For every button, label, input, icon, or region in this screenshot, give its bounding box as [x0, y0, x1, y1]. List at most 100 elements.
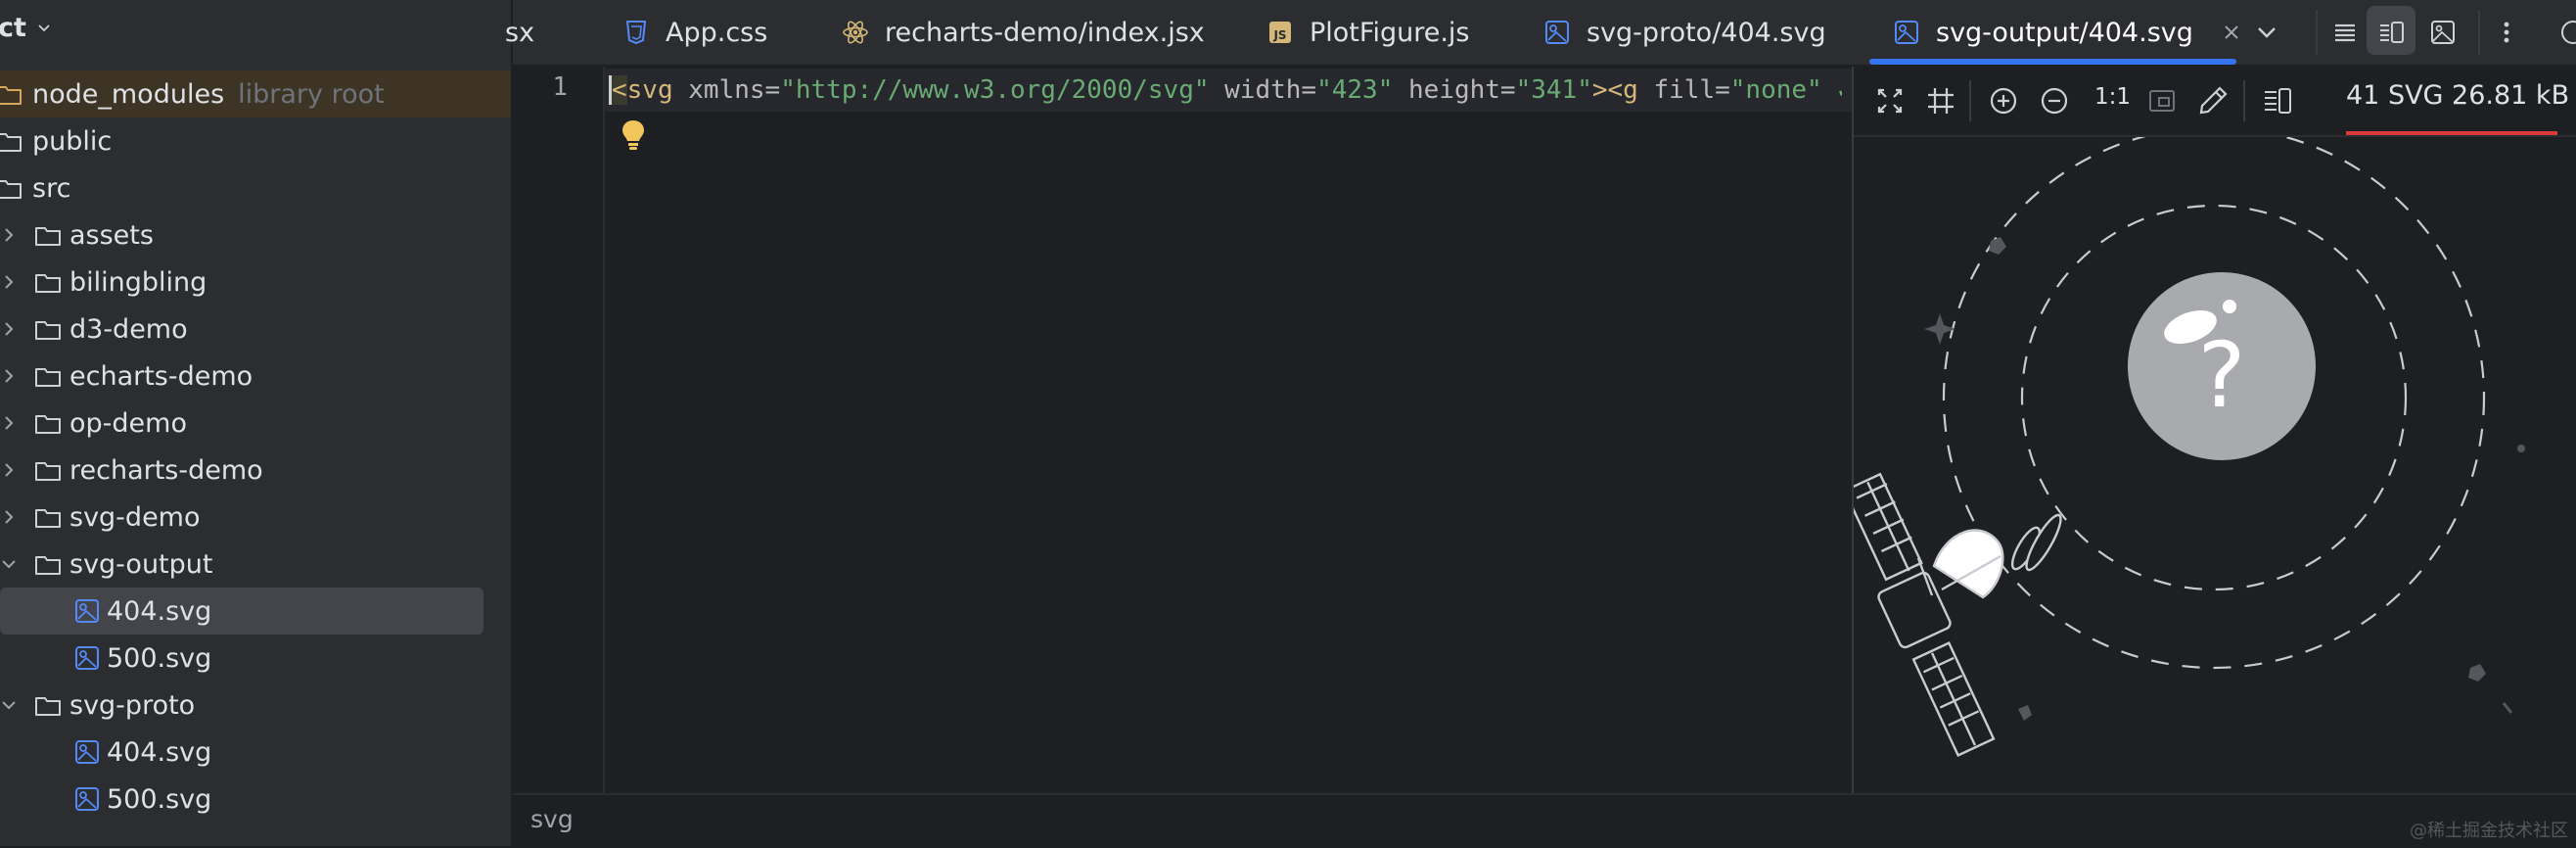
split-view-icon[interactable] [2376, 18, 2406, 47]
editor-preview-layout-icon[interactable] [2261, 84, 2294, 118]
chevron-right-icon[interactable] [0, 226, 18, 244]
tree-assets[interactable]: assets [0, 212, 511, 259]
tab-recharts-index[interactable]: recharts-demo/index.jsx [842, 0, 1205, 65]
svg-text:JS: JS [1272, 28, 1286, 42]
project-title[interactable]: ct [0, 13, 26, 43]
zoom-out-icon[interactable] [2038, 84, 2071, 118]
chevron-down-icon[interactable] [0, 696, 18, 714]
chevron-down-icon[interactable] [2252, 18, 2281, 47]
tree-svg-output-500[interactable]: 500.svg [0, 635, 511, 682]
chevron-right-icon[interactable] [0, 508, 18, 526]
preview-toolbar: 1:1 41 SVG 26.81 kB [1854, 67, 2576, 137]
tree-item-label: 404.svg [107, 596, 211, 627]
tree-op-demo[interactable]: op-demo [0, 400, 511, 447]
zoom-to-fit-icon[interactable] [2145, 84, 2179, 118]
tree-item-text: public [32, 125, 113, 157]
react-icon [843, 21, 868, 44]
folder-icon [35, 556, 61, 575]
tab-label: recharts-demo/index.jsx [885, 17, 1205, 48]
svg-file-icon [75, 787, 99, 811]
preview-only-icon[interactable] [2428, 18, 2458, 47]
chevron-down-icon[interactable] [36, 20, 52, 35]
folder-icon [35, 227, 61, 246]
chevron-right-icon[interactable] [0, 273, 18, 291]
code-token-attr: fill= [1637, 75, 1730, 105]
tree-svg-proto-500[interactable]: 500.svg [0, 776, 511, 823]
tree-bilingbling[interactable]: bilingbling [0, 259, 511, 306]
chevron-right-icon[interactable] [0, 414, 18, 432]
tree-item-label: svg-proto [69, 690, 195, 721]
tab-svg-output-404[interactable]: svg-output/404.svg [1893, 0, 2240, 65]
tree-recharts-demo[interactable]: recharts-demo [0, 447, 511, 494]
tree-echarts-demo[interactable]: echarts-demo [0, 353, 511, 400]
chevron-down-icon[interactable] [0, 555, 18, 573]
project-tool-window: ct node_modules library root public src asse… [0, 0, 513, 846]
404-illustration: ? [1854, 137, 2525, 757]
tree-svg-proto[interactable]: svg-proto [0, 682, 511, 729]
tree-item-text: svg-demo [69, 501, 201, 533]
project-header[interactable]: ct [0, 0, 511, 55]
tree-svg-output[interactable]: svg-output [0, 541, 511, 588]
breadcrumb[interactable]: svg [530, 805, 574, 833]
color-picker-icon[interactable] [2196, 84, 2230, 118]
tree-src[interactable]: src [0, 165, 511, 212]
fit-to-window-icon[interactable] [1873, 84, 1907, 118]
folder-icon [35, 321, 61, 340]
toolbar-divider [1969, 80, 1971, 121]
tree-item-label: 500.svg [107, 643, 211, 674]
tree-item-label: 500.svg [107, 784, 211, 815]
close-icon[interactable] [2223, 24, 2240, 41]
tree-item-label: public [32, 126, 112, 157]
svg-file-icon [1545, 21, 1569, 44]
tab-label: svg-output/404.svg [1936, 17, 2193, 48]
folder-icon [0, 180, 22, 199]
tree-item-label: svg-output [69, 549, 212, 580]
tree-item-label: echarts-demo [69, 361, 253, 392]
svg-file-icon [75, 646, 99, 670]
image-info-label: 41 SVG 26.81 kB [2346, 80, 2570, 111]
lightbulb-icon[interactable] [619, 118, 648, 153]
tab-app-css[interactable]: App.css [622, 0, 767, 65]
tab-label: svg-proto/404.svg [1587, 17, 1826, 48]
tab-partial-jsx[interactable]: sx [505, 0, 534, 65]
svg-preview-panel: 1:1 41 SVG 26.81 kB ? [1852, 67, 2576, 793]
code-token-attr: width= [1209, 75, 1317, 105]
chevron-right-icon[interactable] [0, 320, 18, 338]
js-file-icon: JS [1269, 22, 1291, 43]
toolbar-divider [2316, 10, 2318, 55]
tree-d3-demo[interactable]: d3-demo [0, 306, 511, 353]
code-token-attr: height= [1393, 75, 1516, 105]
chevron-right-icon[interactable] [0, 461, 18, 479]
grid-icon[interactable] [1924, 84, 1957, 118]
tree-public[interactable]: public [0, 118, 511, 165]
tree-item-text: 500.svg [107, 642, 212, 674]
satellite [1854, 472, 2062, 757]
tree-svg-demo[interactable]: svg-demo [0, 494, 511, 541]
tree-item-text: svg-output [69, 548, 213, 580]
tree-item-label: node_modules library root [32, 79, 385, 110]
tree-svg-proto-404[interactable]: 404.svg [0, 729, 511, 776]
tab-plotfigure-js[interactable]: JS PlotFigure.js [1266, 0, 1469, 65]
actual-size-button[interactable]: 1:1 [2094, 84, 2131, 110]
editor-only-icon[interactable] [2330, 18, 2360, 47]
editor-tab-bar: sx App.css recharts-demo/index.jsx JS Pl… [505, 0, 2576, 67]
star-dot [2517, 445, 2525, 452]
tree-node-modules[interactable]: node_modules library root [0, 71, 511, 118]
code-token-value: "http://www.w3.org/2000/svg" [780, 75, 1210, 105]
tree-item-text: op-demo [69, 407, 187, 439]
satellite-body [1877, 571, 1952, 649]
tab-svg-proto-404[interactable]: svg-proto/404.svg [1543, 0, 1826, 65]
tree-item-text: echarts-demo [69, 360, 253, 392]
inspection-ok-icon: ✓ [1822, 75, 1842, 105]
zoom-in-icon[interactable] [1987, 84, 2020, 118]
tree-item-text: d3-demo [69, 313, 188, 345]
notifications-icon[interactable] [2556, 18, 2576, 47]
tree-svg-output-404[interactable]: 404.svg [0, 588, 483, 635]
chevron-right-icon[interactable] [0, 367, 18, 385]
code-token-value: "341" [1515, 75, 1592, 105]
asteroid [1989, 237, 2006, 255]
more-vertical-icon[interactable] [2492, 18, 2521, 47]
code-line[interactable]: <svg xmlns="http://www.w3.org/2000/svg" … [609, 72, 1842, 108]
code-editor[interactable]: 1 <svg xmlns="http://www.w3.org/2000/svg… [513, 67, 1852, 793]
tree-item-label: d3-demo [69, 314, 188, 345]
